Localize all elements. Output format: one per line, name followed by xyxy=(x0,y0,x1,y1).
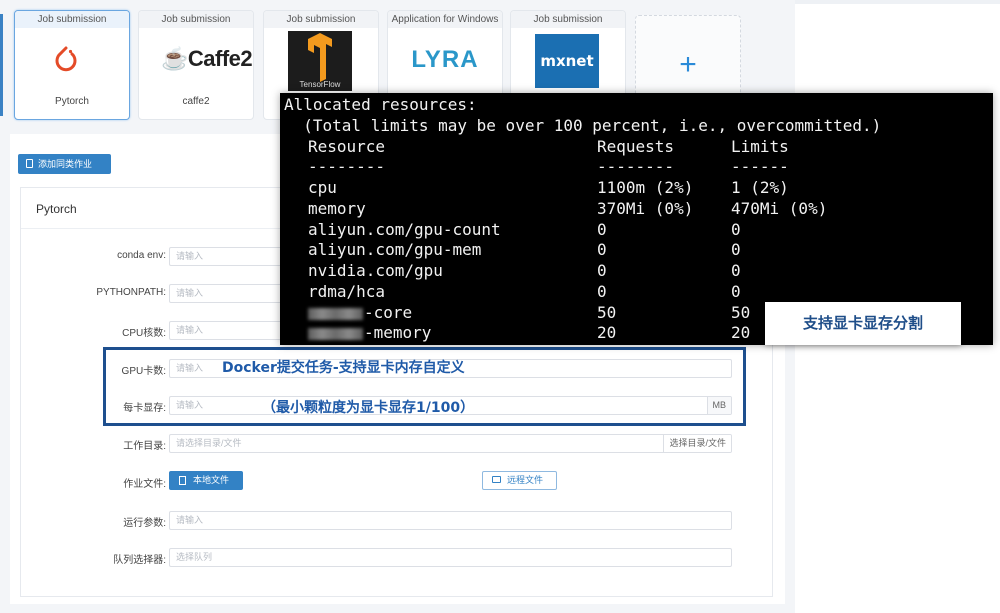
file-icon xyxy=(26,159,33,168)
row-limits: 0 xyxy=(731,261,741,280)
select-dir-button[interactable]: 选择目录/文件 xyxy=(663,435,731,452)
card-pytorch[interactable]: Job submission Pytorch xyxy=(14,10,130,120)
header-requests: Requests xyxy=(597,137,675,156)
header-limits: Limits xyxy=(731,137,789,156)
row-name: aliyun.com/gpu-count xyxy=(308,220,501,239)
row-requests: 0 xyxy=(597,282,607,301)
row-name: -memory xyxy=(308,323,431,344)
row-limits: 0 xyxy=(731,282,741,301)
row-name: aliyun.com/gpu-mem xyxy=(308,240,482,259)
card-label: Pytorch xyxy=(55,96,89,107)
card-head: Job submission xyxy=(139,11,253,28)
cpu-cores-input[interactable]: 请输入 xyxy=(169,321,289,340)
card-label: caffe2 xyxy=(182,96,210,107)
row-requests: 20 xyxy=(597,323,617,342)
row-name: nvidia.com/gpu xyxy=(308,261,443,280)
tensorflow-logo-icon: TensorFlow xyxy=(288,31,352,91)
row-requests: 370Mi (0%) xyxy=(597,199,694,218)
top-bar xyxy=(795,0,1000,4)
dash-limits: ------ xyxy=(731,157,789,176)
conda-env-input[interactable]: 请输入 xyxy=(169,247,289,266)
args-input[interactable]: 请输入 xyxy=(169,511,732,530)
row-name: memory xyxy=(308,199,366,218)
terminal-note: (Total limits may be over 100 percent, i… xyxy=(284,116,882,135)
workdir-input[interactable]: 请选择目录/文件 选择目录/文件 xyxy=(169,434,732,453)
row-requests: 0 xyxy=(597,261,607,280)
redacted-prefix xyxy=(308,327,363,340)
conda-env-label: conda env: xyxy=(117,250,166,261)
dash-requests: -------- xyxy=(597,157,675,176)
remote-file-button[interactable]: 远程文件 xyxy=(482,471,557,490)
row-requests: 1100m (2%) xyxy=(597,178,694,197)
local-file-button[interactable]: 本地文件 xyxy=(169,471,243,490)
pythonpath-label: PYTHONPATH: xyxy=(96,287,166,298)
queue-select[interactable]: 选择队列 xyxy=(169,548,732,567)
args-label: 运行参数: xyxy=(123,518,166,529)
caffe2-logo-icon: ☕Caffe2 xyxy=(161,46,253,71)
row-limits: 20 xyxy=(731,323,751,342)
mxnet-logo-icon: mxnet xyxy=(535,34,599,88)
row-limits: 50 xyxy=(731,303,751,322)
row-limits: 0 xyxy=(731,220,741,239)
card-head: Application for Windows xyxy=(388,11,502,28)
pythonpath-input[interactable]: 请输入 xyxy=(169,284,289,303)
selection-accent-bar xyxy=(0,14,3,116)
panel-title: Pytorch xyxy=(36,202,77,216)
card-caffe2[interactable]: Job submission ☕Caffe2 caffe2 xyxy=(138,10,254,120)
folder-icon xyxy=(492,476,501,483)
row-requests: 50 xyxy=(597,303,617,322)
row-requests: 0 xyxy=(597,240,607,259)
card-head: Job submission xyxy=(15,11,129,28)
lyra-logo-icon: LYRA xyxy=(411,46,479,73)
row-requests: 0 xyxy=(597,220,607,239)
row-limits: 1 (2%) xyxy=(731,178,789,197)
terminal-title: Allocated resources: xyxy=(284,95,477,114)
row-name: rdma/hca xyxy=(308,282,386,301)
highlight-line-1: Docker提交任务-支持显卡内存自定义 xyxy=(222,360,465,376)
file-icon xyxy=(179,476,186,485)
redacted-prefix xyxy=(308,307,363,320)
cpu-cores-label: CPU核数: xyxy=(122,328,166,339)
plus-icon: + xyxy=(679,48,697,81)
card-head: Job submission xyxy=(511,11,625,28)
row-name: cpu xyxy=(308,178,337,197)
header-resource: Resource xyxy=(308,137,386,156)
gpu-memory-split-callout: 支持显卡显存分割 xyxy=(765,302,961,345)
jobfile-label: 作业文件: xyxy=(123,479,166,490)
add-similar-job-button[interactable]: 添加同类作业 xyxy=(18,154,111,174)
dash-resource: -------- xyxy=(308,157,386,176)
workdir-label: 工作目录: xyxy=(123,441,166,452)
card-head: Job submission xyxy=(264,11,378,28)
pytorch-logo-icon xyxy=(55,46,77,72)
queue-label: 队列选择器: xyxy=(113,555,166,566)
row-limits: 0 xyxy=(731,240,741,259)
highlight-line-2: （最小颗粒度为显卡显存1/100） xyxy=(262,400,475,416)
row-limits: 470Mi (0%) xyxy=(731,199,828,218)
row-name: -core xyxy=(308,303,412,324)
